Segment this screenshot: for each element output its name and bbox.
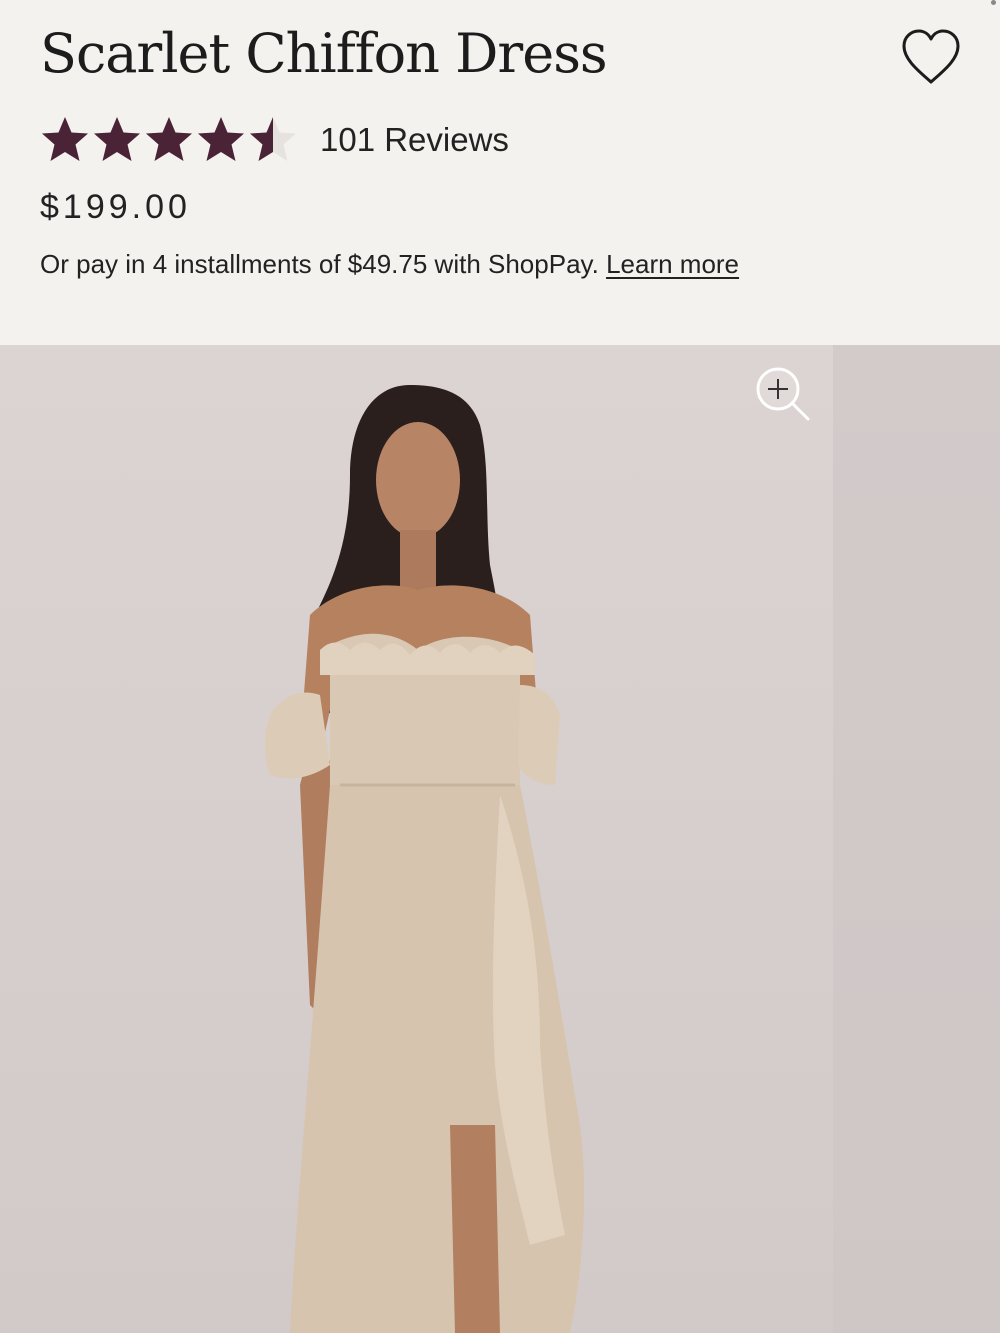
product-price: $199.00 [40,188,191,226]
installments-info: Or pay in 4 installments of $49.75 with … [40,249,739,280]
reviews-link[interactable]: 101 Reviews [320,121,509,159]
scroll-indicator [991,0,996,5]
learn-more-link[interactable]: Learn more [606,249,739,279]
star-icon [42,117,88,161]
product-photo [265,385,585,1333]
star-icon [250,117,296,161]
product-title: Scarlet Chiffon Dress [40,22,608,85]
star-icon [146,117,192,161]
star-icon [198,117,244,161]
product-page: Scarlet Chiffon Dress 101 Reviews $199.0… [0,0,1000,1333]
product-header: Scarlet Chiffon Dress 101 Reviews $199.0… [0,0,1000,345]
star-rating [40,115,298,165]
product-image-gallery[interactable] [0,345,1000,1333]
product-image-main[interactable] [0,345,833,1333]
product-image-next[interactable] [833,345,1000,1333]
zoom-in-icon[interactable] [750,363,814,427]
star-icon [94,117,140,161]
heart-outline-icon[interactable] [898,26,964,88]
installments-text: Or pay in 4 installments of $49.75 with … [40,249,599,279]
rating-row: 101 Reviews [40,112,509,168]
